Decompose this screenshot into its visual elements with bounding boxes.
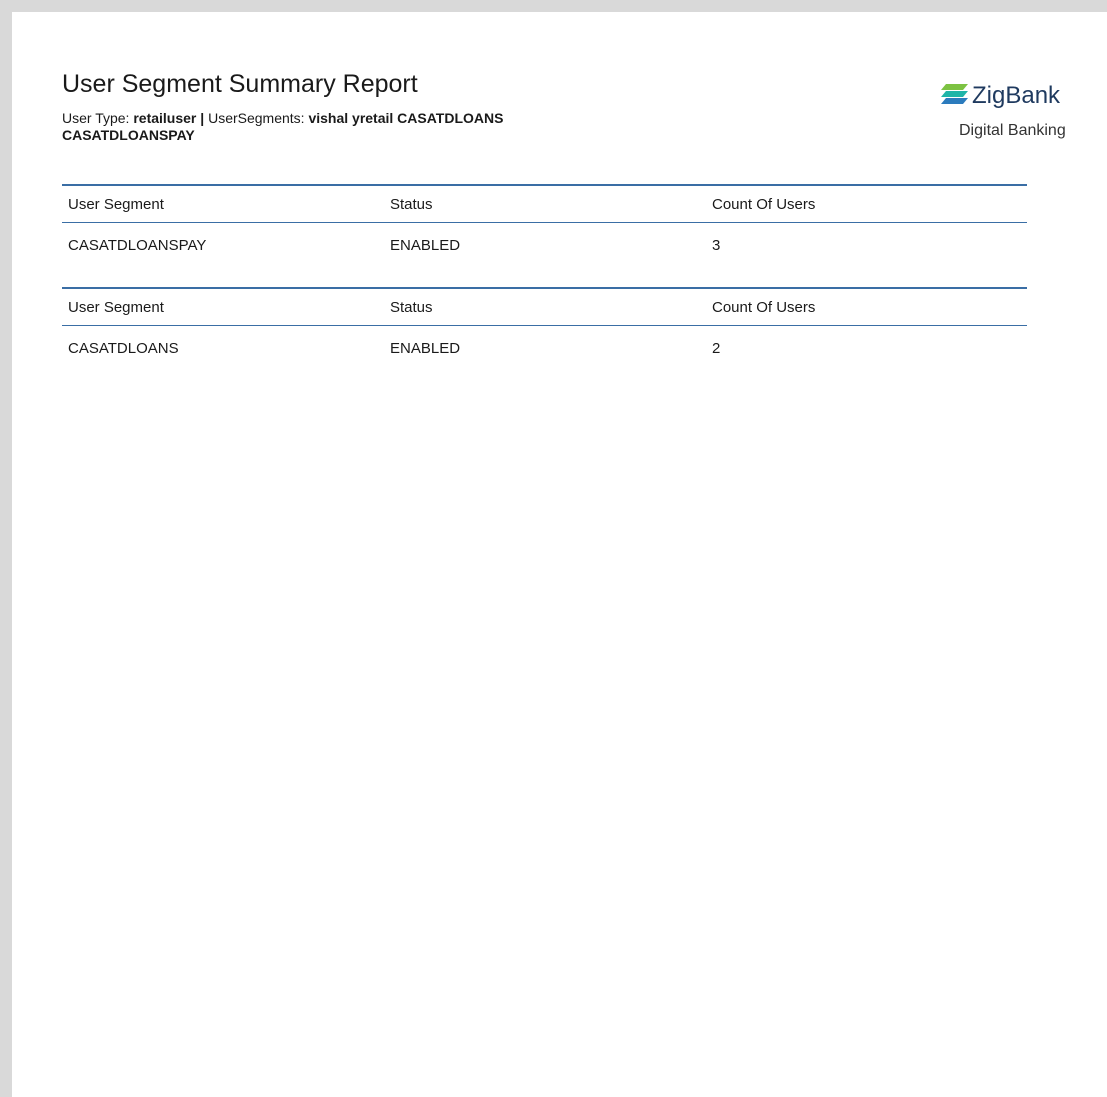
column-header-user-segment: User Segment	[62, 287, 384, 326]
user-segments-label: UserSegments:	[208, 110, 309, 126]
user-type-value: retailuser	[133, 110, 197, 126]
column-header-user-segment: User Segment	[62, 184, 384, 223]
segment-table-1: User Segment Status Count Of Users CASAT…	[62, 184, 1027, 267]
table-header-row: User Segment Status Count Of Users	[62, 184, 1027, 223]
report-title: User Segment Summary Report	[62, 70, 418, 98]
brand-logo-block: ZigBank	[940, 80, 1060, 112]
column-header-status: Status	[384, 287, 706, 326]
cell-count-of-users: 2	[712, 339, 721, 357]
column-header-status: Status	[384, 184, 706, 223]
report-subtitle: User Type: retailuser | UserSegments: vi…	[62, 110, 622, 144]
brand-tagline: Digital Banking	[959, 122, 1066, 139]
cell-user-segment: CASATDLOANSPAY	[68, 236, 207, 254]
user-type-label: User Type:	[62, 110, 134, 126]
report-page: User Segment Summary Report User Type: r…	[12, 12, 1107, 1097]
subtitle-separator: |	[196, 110, 209, 126]
cell-status: ENABLED	[390, 339, 461, 357]
table-row: CASATDLOANS ENABLED 2	[62, 326, 1027, 371]
cell-count-of-users: 3	[712, 236, 721, 254]
table-row: CASATDLOANSPAY ENABLED 3	[62, 223, 1027, 268]
zigbank-logo-icon	[940, 82, 972, 111]
cell-user-segment: CASATDLOANS	[68, 339, 179, 357]
column-header-count-of-users: Count Of Users	[706, 287, 1027, 326]
column-header-count-of-users: Count Of Users	[706, 184, 1027, 223]
brand-name: ZigBank	[972, 82, 1061, 109]
table-header-row: User Segment Status Count Of Users	[62, 287, 1027, 326]
cell-status: ENABLED	[390, 236, 461, 254]
segment-table-2: User Segment Status Count Of Users CASAT…	[62, 287, 1027, 370]
